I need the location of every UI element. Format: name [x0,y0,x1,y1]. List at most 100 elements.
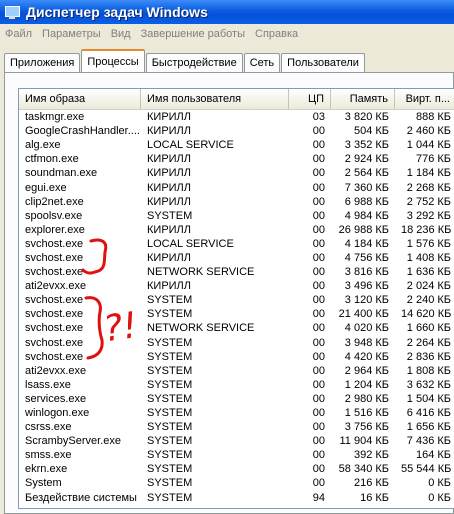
cell-cpu: 00 [312,266,325,279]
cell-memory: 16 КБ [360,491,389,504]
cell-memory: 1 204 КБ [344,378,389,391]
cell-cpu: 00 [312,181,325,194]
cell-cpu: 94 [312,491,325,504]
cell-virtual-memory: 7 436 КБ [406,435,451,448]
cell-memory: 3 948 КБ [344,336,389,349]
cell-virtual-memory: 1 576 КБ [406,237,451,250]
cell-image-name: svchost.exe [25,237,84,250]
cell-cpu: 00 [312,364,325,377]
cell-memory: 21 400 КБ [338,308,389,321]
table-row[interactable]: services.exe SYSTEM 00 2 980 КБ 1 504 КБ [19,392,454,406]
title-bar[interactable]: Диспетчер задач Windows [0,0,454,24]
cell-user-name: NETWORK SERVICE [147,266,255,279]
table-row[interactable]: svchost.exe SYSTEM 00 3 948 КБ 2 264 КБ [19,336,454,350]
column-user-name[interactable]: Имя пользователя [141,89,289,109]
table-row[interactable]: winlogon.exe SYSTEM 00 1 516 КБ 6 416 КБ [19,406,454,420]
table-row[interactable]: lsass.exe SYSTEM 00 1 204 КБ 3 632 КБ [19,378,454,392]
cell-user-name: SYSTEM [147,435,193,448]
table-row[interactable]: ati2evxx.exe КИРИЛЛ 00 3 496 КБ 2 024 КБ [19,279,454,293]
cell-memory: 504 КБ [353,125,389,138]
cell-image-name: taskmgr.exe [25,111,85,124]
table-row[interactable]: ScrambyServer.exe SYSTEM 00 11 904 КБ 7 436 … [19,434,454,448]
cell-virtual-memory: 1 184 КБ [406,167,451,180]
cell-virtual-memory: 2 240 КБ [406,294,451,307]
cell-user-name: SYSTEM [147,308,193,321]
table-row[interactable]: svchost.exe КИРИЛЛ 00 4 756 КБ 1 408 КБ [19,251,454,265]
cell-user-name: SYSTEM [147,209,193,222]
table-row[interactable]: explorer.exe КИРИЛЛ 00 26 988 КБ 18 236 КБ [19,223,454,237]
cell-memory: 3 820 КБ [344,111,389,124]
cell-user-name: SYSTEM [147,294,193,307]
menu-shutdown[interactable]: Завершение работы [136,28,250,40]
cell-user-name: КИРИЛЛ [147,223,191,236]
table-row[interactable]: smss.exe SYSTEM 00 392 КБ 164 КБ [19,448,454,462]
table-row[interactable]: svchost.exe LOCAL SERVICE 00 4 184 КБ 1 576 … [19,237,454,251]
cell-virtual-memory: 18 236 КБ [401,223,452,236]
table-row[interactable]: svchost.exe SYSTEM 00 4 420 КБ 2 836 КБ [19,350,454,364]
menu-options[interactable]: Параметры [37,28,106,40]
cell-user-name: КИРИЛЛ [147,195,191,208]
cell-image-name: svchost.exe [25,266,84,279]
table-row[interactable]: soundman.exe КИРИЛЛ 00 2 564 КБ 1 184 КБ [19,166,454,180]
cell-memory: 3 496 КБ [344,280,389,293]
cell-virtual-memory: 2 460 КБ [406,125,451,138]
cell-cpu: 00 [312,209,325,222]
cell-memory: 6 988 КБ [344,195,389,208]
cell-cpu: 00 [312,139,325,152]
process-list[interactable]: Имя образа Имя пользователя ЦП Память Ви… [18,88,454,509]
tab-processes[interactable]: Процессы [81,49,145,72]
table-row[interactable]: svchost.exe NETWORK SERVICE 00 4 020 КБ 1 66… [19,321,454,335]
table-row[interactable]: GoogleCrashHandler.... КИРИЛЛ 00 504 КБ 2 46… [19,124,454,138]
cell-image-name: services.exe [25,392,87,405]
table-row[interactable]: ekrn.exe SYSTEM 00 58 340 КБ 55 544 КБ [19,462,454,476]
cell-virtual-memory: 1 808 КБ [406,364,451,377]
menu-file[interactable]: Файл [0,28,37,40]
menu-view[interactable]: Вид [106,28,136,40]
table-row[interactable]: ctfmon.exe КИРИЛЛ 00 2 924 КБ 776 КБ [19,152,454,166]
cell-virtual-memory: 1 636 КБ [406,266,451,279]
table-row[interactable]: csrss.exe SYSTEM 00 3 756 КБ 1 656 КБ [19,420,454,434]
cell-image-name: ekrn.exe [25,463,68,476]
column-cpu[interactable]: ЦП [289,89,331,109]
cell-image-name: csrss.exe [25,421,72,434]
menu-help[interactable]: Справка [250,28,303,40]
tab-performance[interactable]: Быстродействие [145,53,243,72]
cell-memory: 4 756 КБ [344,251,389,264]
tab-applications[interactable]: Приложения [4,53,81,72]
cell-cpu: 00 [312,322,325,335]
tab-network[interactable]: Сеть [243,53,281,72]
cell-cpu: 00 [312,350,325,363]
cell-virtual-memory: 776 КБ [415,153,451,166]
cell-memory: 4 020 КБ [344,322,389,335]
table-row[interactable]: egui.exe КИРИЛЛ 00 7 360 КБ 2 268 КБ [19,180,454,194]
column-image-name[interactable]: Имя образа [19,89,141,109]
table-row[interactable]: clip2net.exe КИРИЛЛ 00 6 988 КБ 2 752 КБ [19,195,454,209]
cell-cpu: 00 [312,153,325,166]
table-row[interactable]: taskmgr.exe КИРИЛЛ 03 3 820 КБ 888 КБ [19,110,454,124]
table-row[interactable]: System SYSTEM 00 216 КБ 0 КБ [19,476,454,490]
cell-image-name: winlogon.exe [25,407,90,420]
column-virtual-memory[interactable]: Вирт. п... [395,89,454,109]
cell-virtual-memory: 1 504 КБ [406,392,451,405]
table-row[interactable]: spoolsv.exe SYSTEM 00 4 984 КБ 3 292 КБ [19,209,454,223]
cell-cpu: 00 [312,280,325,293]
cell-user-name: SYSTEM [147,392,193,405]
table-row[interactable]: svchost.exe SYSTEM 00 3 120 КБ 2 240 КБ [19,293,454,307]
cell-memory: 7 360 КБ [344,181,389,194]
table-row[interactable]: Бездействие системы SYSTEM 94 16 КБ 0 КБ [19,491,454,505]
cell-image-name: Бездействие системы [25,491,137,504]
table-row[interactable]: svchost.exe NETWORK SERVICE 00 3 816 КБ 1 63… [19,265,454,279]
cell-memory: 3 816 КБ [344,266,389,279]
table-row[interactable]: svchost.exe SYSTEM 00 21 400 КБ 14 620 КБ [19,307,454,321]
table-row[interactable]: ati2evxx.exe SYSTEM 00 2 964 КБ 1 808 КБ [19,364,454,378]
cell-virtual-memory: 0 КБ [428,477,451,490]
cell-memory: 216 КБ [353,477,389,490]
table-row[interactable]: alg.exe LOCAL SERVICE 00 3 352 КБ 1 044 КБ [19,138,454,152]
cell-image-name: egui.exe [25,181,67,194]
cell-image-name: soundman.exe [25,167,98,180]
column-memory[interactable]: Память [331,89,395,109]
cell-user-name: КИРИЛЛ [147,167,191,180]
task-manager-icon [4,4,20,20]
cell-memory: 4 184 КБ [344,237,389,250]
tab-users[interactable]: Пользователи [281,53,365,72]
